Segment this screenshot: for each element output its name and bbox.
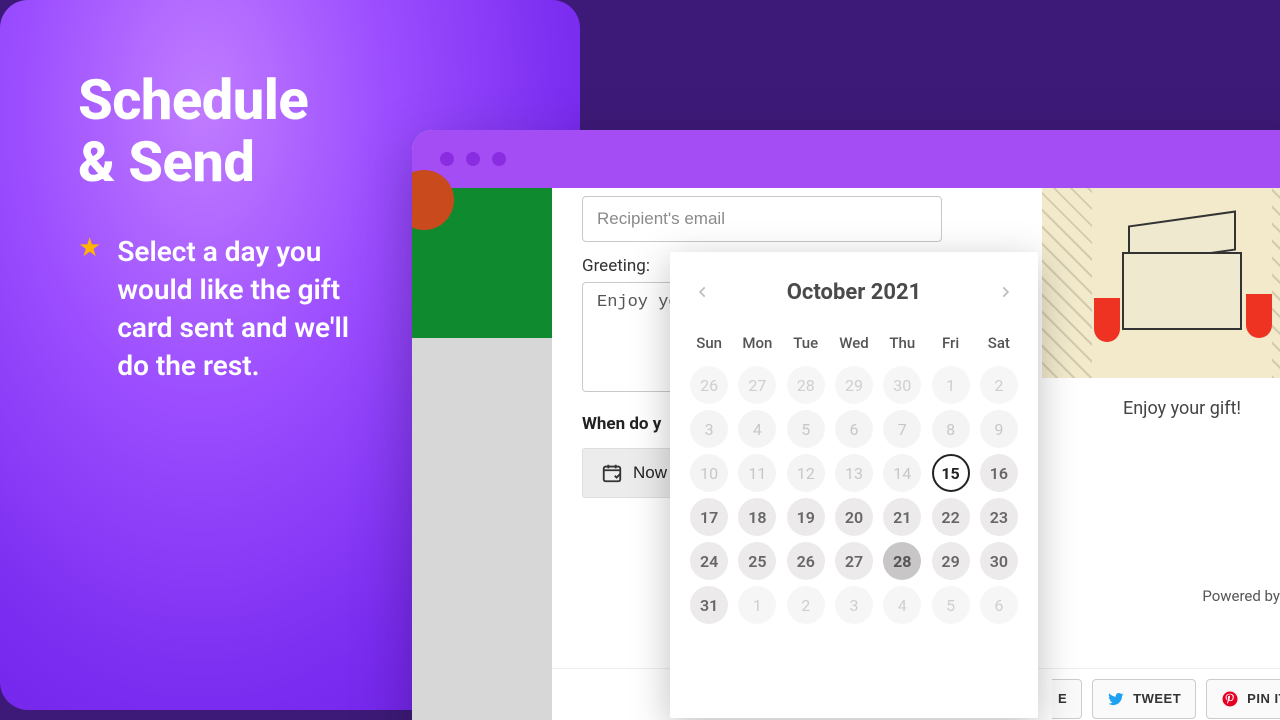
calendar-day: 8 <box>932 410 970 448</box>
calendar-day: 26 <box>690 366 728 404</box>
tweet-label: TWEET <box>1133 691 1181 706</box>
calendar-day: 6 <box>980 586 1018 624</box>
calendar-day: 10 <box>690 454 728 492</box>
calendar-day: 2 <box>787 586 825 624</box>
calendar-day[interactable]: 19 <box>787 498 825 536</box>
promo-bullet-text: Select a day you would like the gift car… <box>117 233 377 384</box>
calendar-day[interactable]: 24 <box>690 542 728 580</box>
window-titlebar <box>412 130 1280 188</box>
calendar-dow: Mon <box>736 328 778 360</box>
tweet-button[interactable]: TWEET <box>1092 679 1196 719</box>
window-dot-icon <box>440 152 454 166</box>
next-month-button[interactable] <box>990 277 1020 307</box>
calendar-grid: SunMonTueWedThuFriSat2627282930123456789… <box>688 328 1020 624</box>
recipient-email-field[interactable] <box>582 196 942 242</box>
share-button-truncated[interactable]: E <box>1052 679 1082 719</box>
pinit-button[interactable]: PIN IT <box>1206 679 1280 719</box>
calendar-day: 3 <box>690 410 728 448</box>
promo-title-line1: Schedule <box>78 67 308 133</box>
calendar-day[interactable]: 30 <box>980 542 1018 580</box>
calendar-day: 4 <box>738 410 776 448</box>
calendar-day: 12 <box>787 454 825 492</box>
gift-illustration <box>1042 188 1280 378</box>
product-image-strip <box>412 188 552 338</box>
twitter-icon <box>1107 690 1125 708</box>
date-picker[interactable]: October 2021 SunMonTueWedThuFriSat262728… <box>670 252 1038 718</box>
calendar-day[interactable]: 20 <box>835 498 873 536</box>
window-dot-icon <box>492 152 506 166</box>
promo-title-line2: & Send <box>78 129 254 195</box>
calendar-check-icon <box>601 462 623 484</box>
calendar-day[interactable]: 28 <box>883 542 921 580</box>
chevron-left-icon <box>696 285 710 299</box>
powered-by: Powered by <box>1202 586 1280 606</box>
calendar-dow: Wed <box>833 328 875 360</box>
prev-month-button[interactable] <box>688 277 718 307</box>
calendar-day: 5 <box>932 586 970 624</box>
calendar-day: 4 <box>883 586 921 624</box>
pinit-label: PIN IT <box>1247 691 1280 706</box>
calendar-day[interactable]: 18 <box>738 498 776 536</box>
calendar-day: 5 <box>787 410 825 448</box>
calendar-day[interactable]: 17 <box>690 498 728 536</box>
calendar-day[interactable]: 23 <box>980 498 1018 536</box>
share-truncated-label: E <box>1058 691 1067 706</box>
powered-by-text: Powered by <box>1202 587 1280 605</box>
calendar-day[interactable]: 15 <box>932 454 970 492</box>
calendar-day: 29 <box>835 366 873 404</box>
calendar-day: 7 <box>883 410 921 448</box>
calendar-day: 2 <box>980 366 1018 404</box>
calendar-day: 27 <box>738 366 776 404</box>
calendar-day: 1 <box>738 586 776 624</box>
calendar-dow: Sun <box>688 328 730 360</box>
pinterest-icon <box>1221 690 1239 708</box>
calendar-day[interactable]: 27 <box>835 542 873 580</box>
calendar-day: 14 <box>883 454 921 492</box>
send-now-label: Now <box>633 463 667 483</box>
calendar-day: 30 <box>883 366 921 404</box>
calendar-day[interactable]: 21 <box>883 498 921 536</box>
calendar-month-label: October 2021 <box>787 280 921 305</box>
preview-caption: Enjoy your gift! <box>1042 398 1280 419</box>
calendar-day: 6 <box>835 410 873 448</box>
star-icon: ★ <box>78 233 101 384</box>
gift-preview: Enjoy your gift! Powered by <box>1042 188 1280 668</box>
calendar-day: 28 <box>787 366 825 404</box>
calendar-day[interactable]: 25 <box>738 542 776 580</box>
window-dot-icon <box>466 152 480 166</box>
calendar-dow: Sat <box>978 328 1020 360</box>
chevron-right-icon <box>998 285 1012 299</box>
calendar-dow: Tue <box>785 328 827 360</box>
calendar-day: 9 <box>980 410 1018 448</box>
calendar-day[interactable]: 29 <box>932 542 970 580</box>
calendar-day: 1 <box>932 366 970 404</box>
calendar-day[interactable]: 22 <box>932 498 970 536</box>
calendar-day: 11 <box>738 454 776 492</box>
calendar-day: 13 <box>835 454 873 492</box>
calendar-dow: Thu <box>881 328 923 360</box>
calendar-day: 3 <box>835 586 873 624</box>
calendar-day[interactable]: 16 <box>980 454 1018 492</box>
calendar-day[interactable]: 26 <box>787 542 825 580</box>
calendar-day[interactable]: 31 <box>690 586 728 624</box>
calendar-dow: Fri <box>929 328 971 360</box>
